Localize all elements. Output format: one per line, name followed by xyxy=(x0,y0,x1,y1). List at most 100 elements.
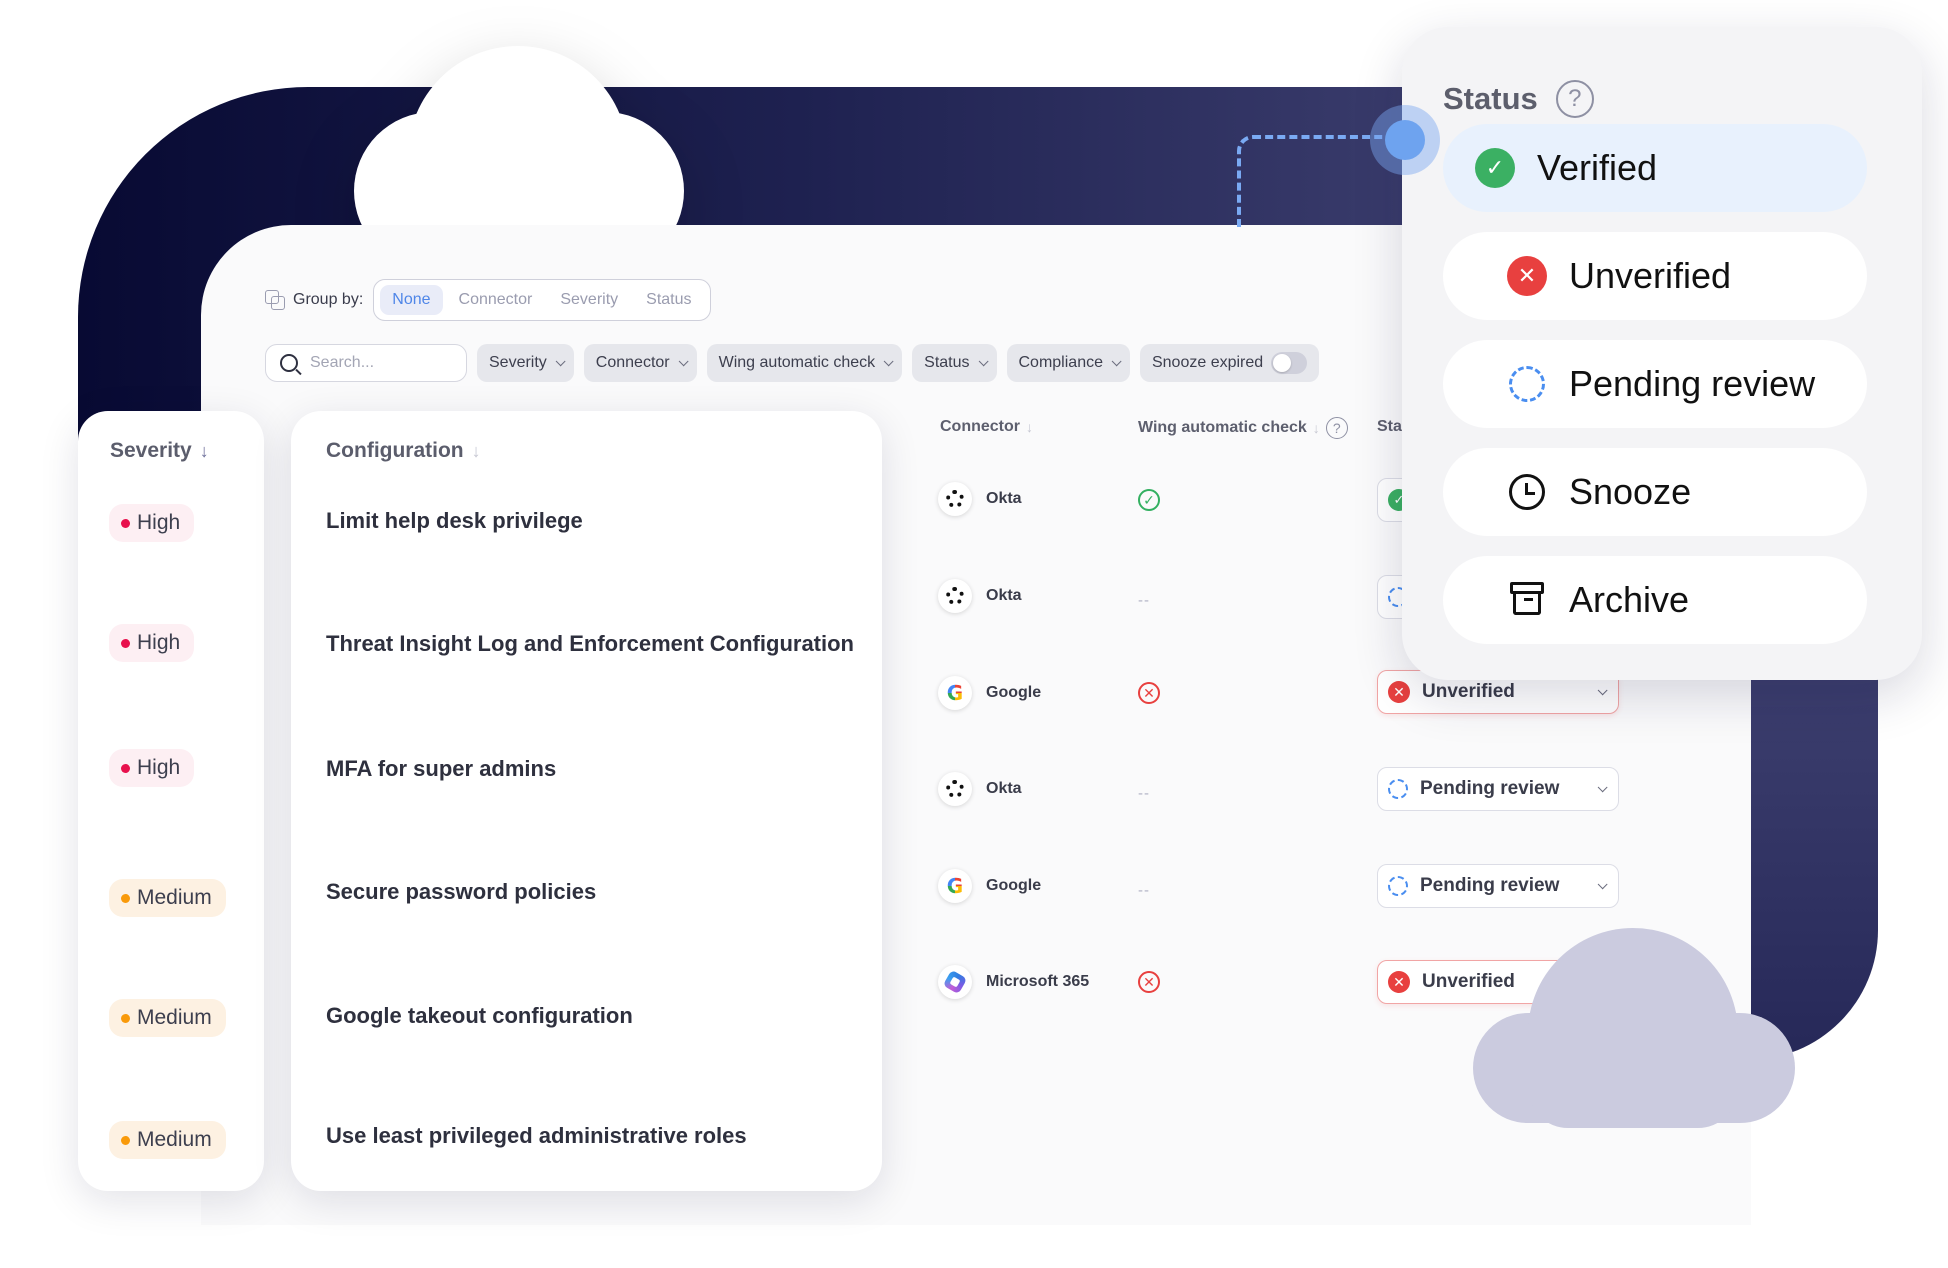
filter-wing-check[interactable]: Wing automatic check xyxy=(706,344,903,382)
dashed-circle-icon xyxy=(1388,779,1408,799)
configuration-header[interactable]: Configuration ↓ xyxy=(326,439,481,463)
okta-icon xyxy=(938,482,972,516)
group-by-connector[interactable]: Connector xyxy=(447,285,545,315)
filter-status[interactable]: Status xyxy=(912,344,997,382)
severity-badge: Medium xyxy=(109,879,226,917)
status-option-snooze[interactable]: Snooze xyxy=(1443,448,1867,536)
sort-arrow-down-icon: ↓ xyxy=(1026,419,1033,435)
check-pass-icon: ✓ xyxy=(1138,489,1160,511)
option-label: Unverified xyxy=(1569,255,1732,296)
sort-arrow-down-icon: ↓ xyxy=(1312,420,1320,436)
chevron-down-icon xyxy=(1597,878,1608,889)
filter-severity[interactable]: Severity xyxy=(477,344,574,382)
toggle-label: Snooze expired xyxy=(1151,354,1264,371)
x-circle-icon: ✕ xyxy=(1507,256,1547,296)
help-icon[interactable]: ? xyxy=(1325,417,1348,439)
severity-badge: High xyxy=(109,504,195,542)
chevron-down-icon xyxy=(978,355,989,366)
configuration-name[interactable]: Use least privileged administrative role… xyxy=(326,1123,747,1149)
severity-label: High xyxy=(137,756,181,779)
filter-bar: Severity Connector Wing automatic check … xyxy=(265,344,1320,382)
option-label: Archive xyxy=(1569,579,1690,620)
connector-header[interactable]: Connector ↓ xyxy=(940,418,1033,436)
severity-badge: High xyxy=(109,749,195,787)
group-by-status[interactable]: Status xyxy=(634,285,703,315)
filter-label: Status xyxy=(924,354,970,371)
clock-icon xyxy=(1509,474,1545,510)
popup-title: Status? xyxy=(1443,80,1594,118)
search-box xyxy=(265,344,467,382)
header-label: Severity xyxy=(110,439,192,462)
status-dropdown[interactable]: Pending review xyxy=(1377,767,1619,811)
severity-label: Medium xyxy=(137,1006,212,1029)
cloud-illustration xyxy=(354,46,684,270)
sort-arrow-down-icon: ↓ xyxy=(199,440,209,461)
group-icon xyxy=(265,290,285,310)
chevron-down-icon xyxy=(883,355,894,366)
severity-dot-icon xyxy=(121,638,130,648)
status-label: Pending review xyxy=(1420,778,1560,799)
dashed-circle-icon xyxy=(1388,876,1408,896)
severity-label: High xyxy=(137,511,181,534)
archive-icon xyxy=(1510,582,1544,618)
chevron-down-icon xyxy=(1597,781,1608,792)
search-icon xyxy=(280,354,298,372)
header-label: Sta xyxy=(1377,418,1402,435)
dashed-circle-icon xyxy=(1509,366,1545,402)
connector-name: Microsoft 365 xyxy=(986,973,1090,990)
connector-name: Okta xyxy=(986,490,1022,507)
wing-check-header[interactable]: Wing automatic check ↓? xyxy=(1138,417,1348,439)
no-check-value: -- xyxy=(1138,881,1150,899)
severity-column-card: Severity ↓ High High High Medium Medium M… xyxy=(78,411,264,1191)
x-circle-icon: ✕ xyxy=(1388,971,1410,993)
connector-cell: Okta xyxy=(938,579,1022,613)
connector-name: Google xyxy=(986,684,1042,701)
filter-compliance[interactable]: Compliance xyxy=(1006,344,1130,382)
severity-header[interactable]: Severity ↓ xyxy=(110,439,209,463)
status-popup: Status? ✓ Verified ✕ Unverified Pending re… xyxy=(1402,27,1922,680)
header-label: Connector xyxy=(940,418,1020,435)
google-icon: G xyxy=(938,869,972,903)
configuration-name[interactable]: Threat Insight Log and Enforcement Confi… xyxy=(326,631,854,657)
connector-cell: Okta xyxy=(938,482,1022,516)
filter-label: Connector xyxy=(595,354,670,371)
severity-label: Medium xyxy=(137,1128,212,1151)
status-label: Unverified xyxy=(1422,681,1515,702)
option-label: Snooze xyxy=(1569,471,1692,512)
status-header[interactable]: Sta xyxy=(1377,418,1402,436)
connector-dot xyxy=(1370,105,1440,175)
severity-label: High xyxy=(137,631,181,654)
status-option-pending-review[interactable]: Pending review xyxy=(1443,340,1867,428)
microsoft-365-icon xyxy=(938,965,972,999)
status-option-unverified[interactable]: ✕ Unverified xyxy=(1443,232,1867,320)
check-fail-icon: ✕ xyxy=(1138,682,1160,704)
configuration-column-card: Configuration ↓ Limit help desk privilege… xyxy=(291,411,882,1191)
filter-connector[interactable]: Connector xyxy=(583,344,697,382)
help-icon[interactable]: ? xyxy=(1555,80,1594,118)
connector-cell: Okta xyxy=(938,772,1022,806)
status-option-archive[interactable]: Archive xyxy=(1443,556,1867,644)
search-input[interactable] xyxy=(310,354,450,372)
check-fail-icon: ✕ xyxy=(1138,971,1160,993)
filter-label: Compliance xyxy=(1018,354,1103,371)
snooze-expired-toggle[interactable] xyxy=(1271,352,1308,374)
configuration-name[interactable]: Limit help desk privilege xyxy=(326,508,583,534)
severity-dot-icon xyxy=(121,1013,130,1023)
group-by-control: Group by: None Connector Severity Status xyxy=(265,279,711,321)
no-check-value: -- xyxy=(1138,784,1150,802)
configuration-name[interactable]: Google takeout configuration xyxy=(326,1003,633,1029)
connector-name: Google xyxy=(986,877,1042,894)
severity-dot-icon xyxy=(121,1135,130,1145)
severity-badge: High xyxy=(109,624,195,662)
chevron-down-icon xyxy=(555,355,566,366)
configuration-name[interactable]: Secure password policies xyxy=(326,879,596,905)
connector-cell: G Google xyxy=(938,869,1041,903)
header-label: Wing automatic check xyxy=(1138,419,1307,436)
google-icon: G xyxy=(938,676,972,710)
configuration-name[interactable]: MFA for super admins xyxy=(326,756,556,782)
status-option-verified[interactable]: ✓ Verified xyxy=(1443,124,1867,212)
okta-icon xyxy=(938,772,972,806)
group-by-severity[interactable]: Severity xyxy=(548,285,630,315)
status-dropdown[interactable]: Pending review xyxy=(1377,864,1619,908)
group-by-none[interactable]: None xyxy=(380,285,443,315)
